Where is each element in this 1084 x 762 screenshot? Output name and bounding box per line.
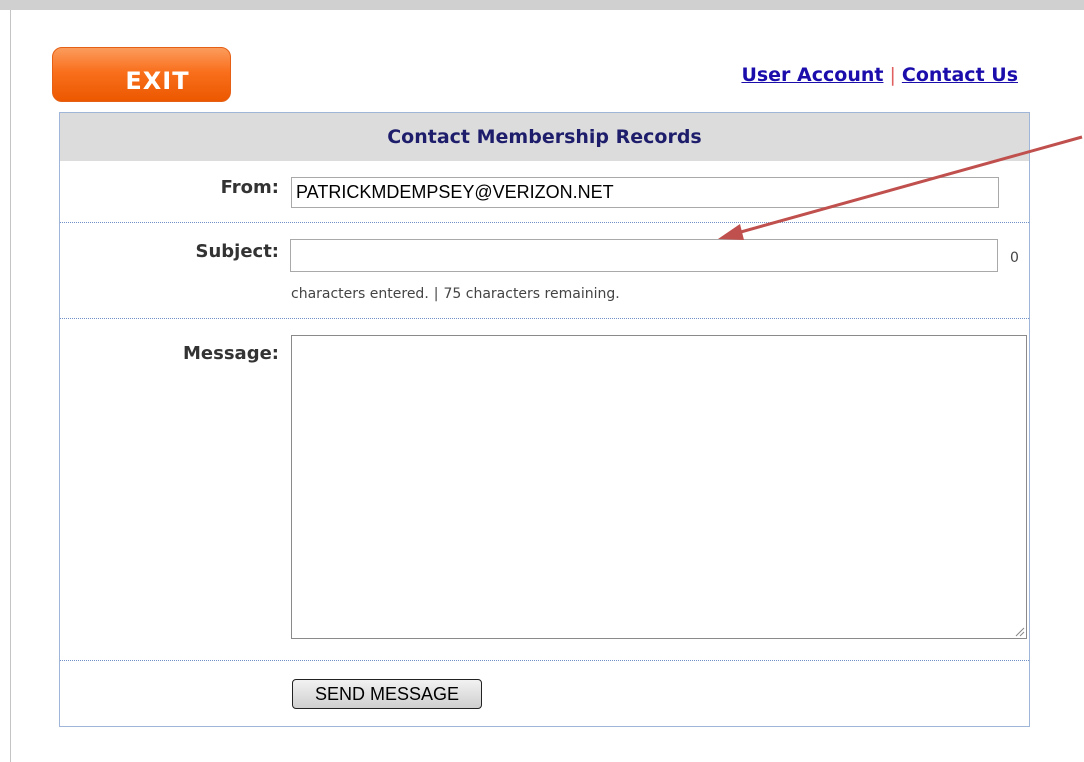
page-left-border	[10, 10, 11, 762]
message-label: Message:	[183, 343, 279, 364]
from-label: From:	[220, 177, 279, 198]
user-account-link[interactable]: User Account	[741, 64, 883, 86]
characters-remaining-text: 75 characters remaining.	[443, 286, 620, 302]
characters-entered-text: characters entered.	[291, 286, 429, 302]
annotation-arrow-icon	[718, 135, 1083, 240]
subject-label: Subject:	[195, 241, 279, 262]
row-divider	[60, 660, 1029, 661]
character-count: 0	[1010, 250, 1019, 266]
counter-separator: |	[433, 286, 439, 302]
contact-us-link[interactable]: Contact Us	[902, 64, 1018, 86]
resize-grip-icon[interactable]	[1013, 625, 1025, 637]
send-message-button[interactable]: SEND MESSAGE	[292, 679, 482, 709]
character-counter-text: characters entered. | 75 characters remain…	[291, 286, 620, 302]
top-links: User Account | Contact Us	[741, 64, 1018, 86]
message-textarea[interactable]	[291, 335, 1027, 639]
exit-button[interactable]: EXIT	[52, 47, 231, 102]
link-separator: |	[889, 64, 896, 86]
browser-top-bar	[0, 0, 1084, 10]
row-divider	[60, 318, 1029, 319]
